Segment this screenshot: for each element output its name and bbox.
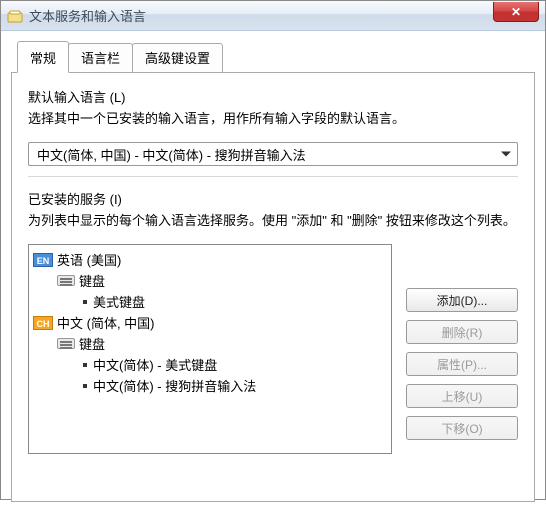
- properties-button[interactable]: 属性(P)...: [406, 352, 518, 376]
- tabstrip: 常规 语言栏 高级键设置: [11, 41, 535, 73]
- button-column: 添加(D)... 删除(R) 属性(P)... 上移(U) 下移(O): [406, 244, 518, 454]
- section-divider: [28, 176, 518, 177]
- lang-badge-en: EN: [33, 253, 53, 267]
- default-language-combo[interactable]: 中文(简体, 中国) - 中文(简体) - 搜狗拼音输入法: [28, 142, 518, 166]
- tab-label: 高级键设置: [145, 51, 210, 66]
- installed-services-section: 已安装的服务 (I) 为列表中显示的每个输入语言选择服务。使用 "添加" 和 "…: [28, 189, 518, 454]
- bullet-icon: [83, 363, 87, 367]
- chevron-down-icon: [501, 152, 511, 157]
- tab-label: 常规: [30, 51, 56, 66]
- app-icon: [7, 8, 23, 24]
- keyboard-icon: [57, 275, 75, 286]
- dialog-window: 文本服务和输入语言 ✕ 常规 语言栏 高级键设置 默认输入语言 (L) 选择其中…: [0, 0, 546, 500]
- button-label: 删除(R): [442, 324, 483, 341]
- services-area: EN 英语 (美国) 键盘 美式键盘: [28, 244, 518, 454]
- tree-layout-item[interactable]: 中文(简体) - 搜狗拼音输入法: [33, 375, 387, 396]
- installed-services-desc: 为列表中显示的每个输入语言选择服务。使用 "添加" 和 "删除" 按钮来修改这个…: [28, 212, 518, 230]
- tree-lang-en[interactable]: EN 英语 (美国): [33, 249, 387, 270]
- content-area: 常规 语言栏 高级键设置 默认输入语言 (L) 选择其中一个已安装的输入语言，用…: [1, 31, 545, 512]
- tree-layout-label: 中文(简体) - 搜狗拼音输入法: [93, 376, 256, 395]
- tree-category-label: 键盘: [79, 271, 105, 290]
- close-icon: ✕: [511, 5, 521, 19]
- tree-layout-item[interactable]: 美式键盘: [33, 291, 387, 312]
- tree-category-label: 键盘: [79, 334, 105, 353]
- default-language-section: 默认输入语言 (L) 选择其中一个已安装的输入语言，用作所有输入字段的默认语言。…: [28, 87, 518, 166]
- tree-wrap: EN 英语 (美国) 键盘 美式键盘: [28, 244, 392, 454]
- window-title: 文本服务和输入语言: [29, 6, 146, 25]
- remove-button[interactable]: 删除(R): [406, 320, 518, 344]
- button-label: 上移(U): [442, 388, 483, 405]
- tree-layout-item[interactable]: 中文(简体) - 美式键盘: [33, 354, 387, 375]
- tab-label: 语言栏: [81, 51, 120, 66]
- keyboard-icon: [57, 338, 75, 349]
- tab-pane: 默认输入语言 (L) 选择其中一个已安装的输入语言，用作所有输入字段的默认语言。…: [11, 72, 535, 502]
- tree-lang-ch[interactable]: CH 中文 (简体, 中国): [33, 312, 387, 333]
- default-language-title: 默认输入语言 (L): [28, 87, 518, 106]
- button-label: 添加(D)...: [437, 292, 488, 309]
- titlebar: 文本服务和输入语言 ✕: [1, 1, 545, 31]
- close-button[interactable]: ✕: [493, 2, 539, 22]
- tree-lang-label: 中文 (简体, 中国): [57, 313, 155, 332]
- tree-lang-label: 英语 (美国): [57, 250, 121, 269]
- tree-layout-label: 美式键盘: [93, 292, 145, 311]
- tree-category-keyboard[interactable]: 键盘: [33, 270, 387, 291]
- add-button[interactable]: 添加(D)...: [406, 288, 518, 312]
- bullet-icon: [83, 300, 87, 304]
- tree-layout-label: 中文(简体) - 美式键盘: [93, 355, 217, 374]
- combo-selected-text: 中文(简体, 中国) - 中文(简体) - 搜狗拼音输入法: [37, 145, 306, 164]
- tree-category-keyboard[interactable]: 键盘: [33, 333, 387, 354]
- default-language-desc: 选择其中一个已安装的输入语言，用作所有输入字段的默认语言。: [28, 110, 518, 128]
- bullet-icon: [83, 384, 87, 388]
- tab-language-bar[interactable]: 语言栏: [68, 43, 133, 73]
- language-tree[interactable]: EN 英语 (美国) 键盘 美式键盘: [28, 244, 392, 454]
- tab-general[interactable]: 常规: [17, 41, 69, 73]
- move-up-button[interactable]: 上移(U): [406, 384, 518, 408]
- button-label: 属性(P)...: [437, 356, 487, 373]
- tab-advanced-keys[interactable]: 高级键设置: [132, 43, 223, 73]
- lang-badge-ch: CH: [33, 316, 53, 330]
- button-label: 下移(O): [441, 420, 482, 437]
- installed-services-title: 已安装的服务 (I): [28, 189, 518, 208]
- move-down-button[interactable]: 下移(O): [406, 416, 518, 440]
